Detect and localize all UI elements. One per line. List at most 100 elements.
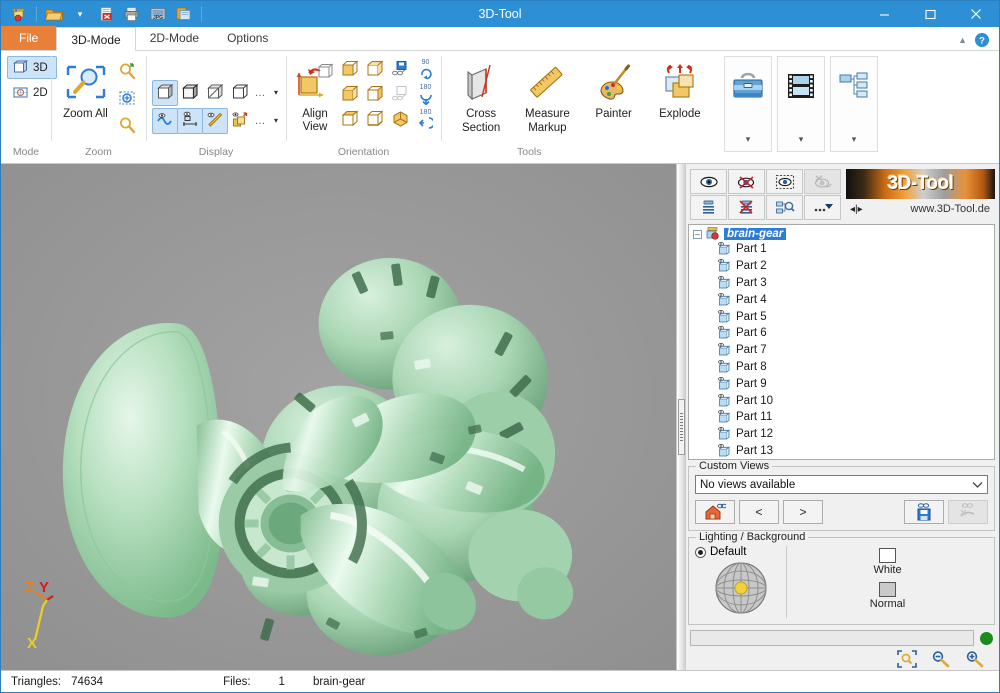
toolbox-caret[interactable]: ▾ bbox=[746, 134, 751, 145]
toolbox-button[interactable]: ▾ bbox=[724, 56, 772, 152]
lighting-default-radio-row[interactable]: Default bbox=[695, 546, 746, 558]
view-right-icon[interactable] bbox=[363, 82, 388, 107]
transparent-icon[interactable] bbox=[202, 80, 228, 106]
view-save-icon[interactable] bbox=[388, 57, 413, 82]
background-white-option[interactable]: White bbox=[873, 548, 902, 576]
custom-views-select[interactable]: No views available bbox=[695, 475, 988, 494]
display-caret-row-2[interactable]: ▾ bbox=[269, 108, 283, 134]
tree-item[interactable]: Part 8 bbox=[689, 359, 994, 376]
delete-view-button[interactable] bbox=[948, 500, 988, 524]
shaded-icon[interactable] bbox=[152, 79, 178, 106]
zoom-all-button[interactable]: Zoom All bbox=[57, 56, 114, 122]
brand-url[interactable]: www.3D-Tool.de bbox=[911, 203, 990, 215]
tree-item[interactable]: Part 13 bbox=[689, 443, 994, 459]
maximize-button[interactable] bbox=[907, 1, 953, 27]
mode-2d-button[interactable]: 2D bbox=[7, 81, 57, 104]
view-isometric-icon[interactable] bbox=[388, 107, 413, 132]
tree-item[interactable]: Part 4 bbox=[689, 291, 994, 308]
tree-item[interactable]: Part 6 bbox=[689, 325, 994, 342]
white-swatch[interactable] bbox=[879, 548, 896, 563]
wireframe-icon[interactable] bbox=[227, 80, 253, 106]
show-curves-icon[interactable] bbox=[152, 107, 178, 134]
home-view-button[interactable] bbox=[695, 500, 735, 524]
tree-expander[interactable]: – bbox=[693, 229, 702, 239]
tab-2d-mode[interactable]: 2D-Mode bbox=[136, 26, 213, 50]
zoom-out-icon[interactable] bbox=[931, 650, 951, 668]
tree-item[interactable]: Part 11 bbox=[689, 409, 994, 426]
display-more-row-1[interactable]: … bbox=[252, 80, 268, 106]
view-bottom-icon[interactable] bbox=[363, 107, 388, 132]
zoom-fit-icon[interactable] bbox=[897, 650, 917, 668]
expand-tree-icon[interactable] bbox=[690, 195, 727, 220]
normal-swatch[interactable] bbox=[878, 582, 896, 597]
rotate-90-icon[interactable]: 90 bbox=[413, 57, 438, 82]
lighting-sphere-icon[interactable] bbox=[711, 558, 771, 616]
show-markups-icon[interactable] bbox=[202, 107, 228, 134]
export-pdf-icon[interactable] bbox=[94, 3, 118, 25]
collapse-ribbon-icon[interactable]: ▲ bbox=[958, 35, 967, 45]
tree-item[interactable]: Part 1 bbox=[689, 241, 994, 258]
tree-item[interactable]: Part 3 bbox=[689, 275, 994, 292]
radio-icon[interactable] bbox=[695, 546, 706, 558]
isolate-icon[interactable] bbox=[804, 169, 841, 194]
tree-root-row[interactable]: – brain-gear bbox=[689, 225, 994, 241]
zoom-window-icon[interactable] bbox=[114, 85, 140, 111]
minimize-button[interactable] bbox=[861, 1, 907, 27]
brand-banner[interactable]: 3D-Tool bbox=[846, 169, 995, 199]
view-restore-icon[interactable] bbox=[388, 82, 413, 107]
save-view-button[interactable] bbox=[904, 500, 944, 524]
tree-item[interactable]: Part 5 bbox=[689, 308, 994, 325]
tab-3d-mode[interactable]: 3D-Mode bbox=[56, 27, 136, 51]
export-jpg-icon[interactable]: JPG bbox=[146, 3, 170, 25]
painter-button[interactable]: Painter bbox=[584, 56, 644, 122]
panel-splitter[interactable] bbox=[677, 164, 686, 670]
print-preview-icon[interactable] bbox=[120, 3, 144, 25]
structure-caret[interactable]: ▾ bbox=[852, 134, 857, 145]
open-folder-icon[interactable] bbox=[42, 3, 66, 25]
tree-item[interactable]: Part 12 bbox=[689, 426, 994, 443]
copy-clipboard-icon[interactable] bbox=[172, 3, 196, 25]
background-normal-option[interactable]: Normal bbox=[870, 582, 905, 610]
next-view-button[interactable]: > bbox=[783, 500, 823, 524]
show-hidden-parts-icon[interactable] bbox=[227, 108, 253, 134]
align-view-button[interactable]: Align View bbox=[292, 56, 338, 135]
collapse-tree-icon[interactable] bbox=[728, 195, 765, 220]
more-options-icon[interactable] bbox=[804, 195, 841, 220]
structure-button[interactable]: ▾ bbox=[830, 56, 878, 152]
hide-all-icon[interactable] bbox=[728, 169, 765, 194]
open-dropdown-caret[interactable]: ▾ bbox=[68, 3, 92, 25]
previous-view-button[interactable]: < bbox=[739, 500, 779, 524]
display-more-row-2[interactable]: … bbox=[252, 108, 268, 134]
view-front-icon[interactable] bbox=[338, 57, 363, 82]
tab-options[interactable]: Options bbox=[213, 26, 282, 50]
tab-file[interactable]: File bbox=[1, 26, 57, 50]
shaded-edges-icon[interactable] bbox=[177, 80, 203, 106]
find-part-icon[interactable] bbox=[766, 195, 803, 220]
zoom-fit-icon[interactable] bbox=[114, 58, 140, 84]
3d-viewport[interactable]: Z Y X bbox=[1, 164, 677, 670]
close-button[interactable] bbox=[953, 1, 999, 27]
chevron-down-icon[interactable] bbox=[972, 481, 983, 489]
view-back-icon[interactable] bbox=[363, 57, 388, 82]
show-all-icon[interactable] bbox=[690, 169, 727, 194]
new-document-icon[interactable] bbox=[7, 3, 31, 25]
display-caret-row-1[interactable]: ▾ bbox=[269, 80, 283, 106]
part-tree[interactable]: – brain-gear Part 1 Part 2 Part 3 Part 4 Par… bbox=[688, 224, 995, 460]
show-dimensions-icon[interactable] bbox=[177, 107, 203, 134]
tree-item[interactable]: Part 9 bbox=[689, 375, 994, 392]
zoom-in-icon[interactable] bbox=[965, 650, 985, 668]
mode-3d-button[interactable]: 3D bbox=[7, 56, 57, 79]
cross-section-button[interactable]: Cross Section bbox=[451, 56, 511, 136]
view-top-icon[interactable] bbox=[338, 107, 363, 132]
explode-button[interactable]: Explode bbox=[650, 56, 710, 122]
zoom-dynamic-icon[interactable] bbox=[114, 112, 140, 138]
rotate-180-horizontal-icon[interactable]: 180 bbox=[413, 107, 438, 132]
help-icon[interactable]: ? bbox=[974, 32, 990, 48]
rotate-180-vertical-icon[interactable]: 180 bbox=[413, 82, 438, 107]
tree-root-label[interactable]: brain-gear bbox=[724, 228, 787, 240]
tree-item[interactable]: Part 2 bbox=[689, 258, 994, 275]
nav-arrows-icon[interactable]: ◂|▸ bbox=[846, 204, 863, 215]
splitter-grip[interactable] bbox=[678, 399, 685, 456]
view-left-icon[interactable] bbox=[338, 82, 363, 107]
animation-caret[interactable]: ▾ bbox=[799, 134, 804, 145]
